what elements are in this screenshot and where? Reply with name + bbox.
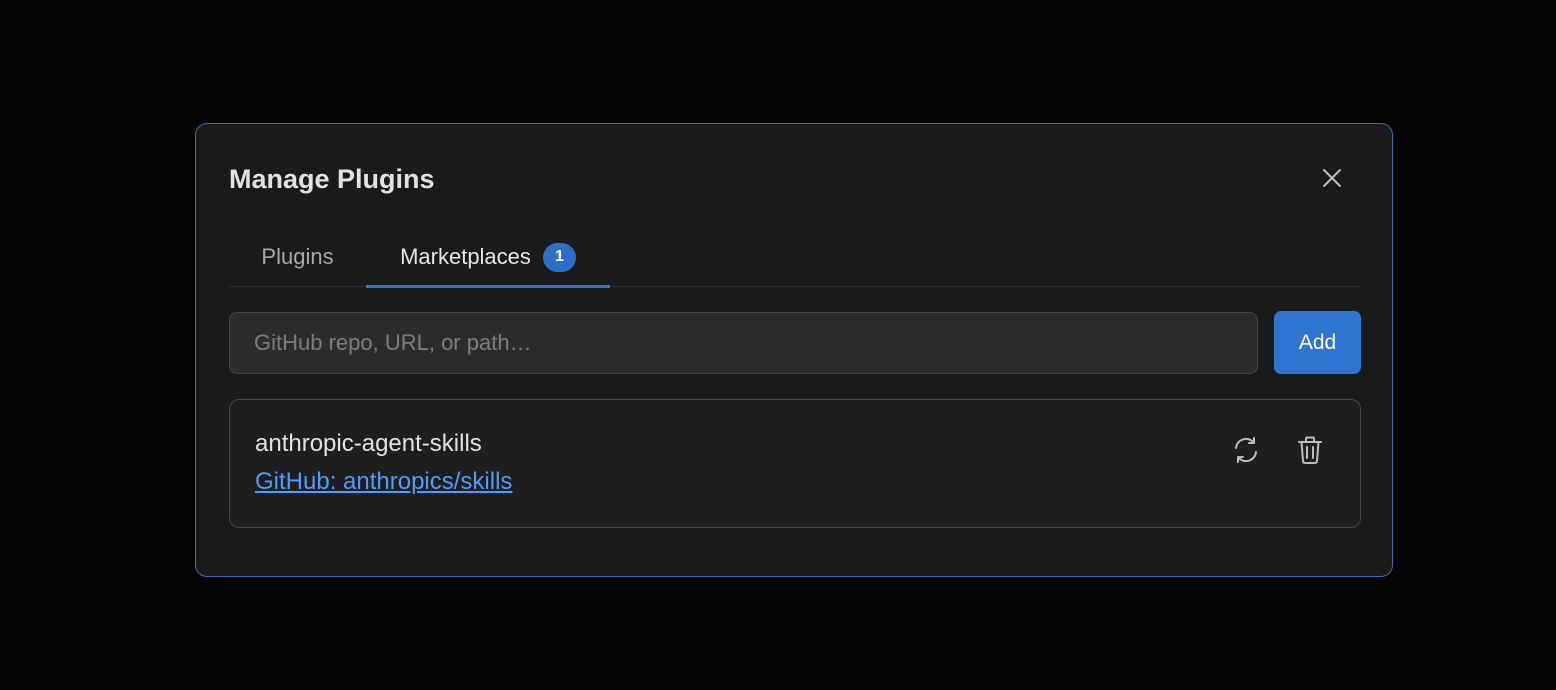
marketplace-name: anthropic-agent-skills <box>255 430 482 457</box>
add-button[interactable]: Add <box>1274 311 1361 374</box>
trash-icon <box>1298 436 1322 464</box>
tab-plugins[interactable]: Plugins <box>229 228 366 286</box>
delete-button[interactable] <box>1290 430 1330 470</box>
modal-backdrop: Manage Plugins Plugins Marketplaces 1 Ad… <box>0 0 1556 690</box>
tab-marketplaces[interactable]: Marketplaces 1 <box>366 228 610 288</box>
tab-marketplaces-label: Marketplaces <box>400 244 531 269</box>
close-icon <box>1323 169 1341 187</box>
tab-plugins-label: Plugins <box>261 244 334 269</box>
tab-bar: Plugins Marketplaces 1 <box>229 228 1361 288</box>
marketplace-card: anthropic-agent-skills GitHub: anthropic… <box>229 399 1361 528</box>
marketplaces-count-badge: 1 <box>542 242 576 272</box>
dialog-title: Manage Plugins <box>229 164 435 194</box>
refresh-button[interactable] <box>1226 430 1266 470</box>
close-button[interactable] <box>1314 160 1350 196</box>
marketplace-source-link[interactable]: GitHub: anthropics/skills <box>255 466 512 498</box>
manage-plugins-dialog: Manage Plugins Plugins Marketplaces 1 Ad… <box>195 123 1393 577</box>
marketplace-source-input[interactable] <box>229 312 1258 374</box>
refresh-icon <box>1235 437 1257 463</box>
